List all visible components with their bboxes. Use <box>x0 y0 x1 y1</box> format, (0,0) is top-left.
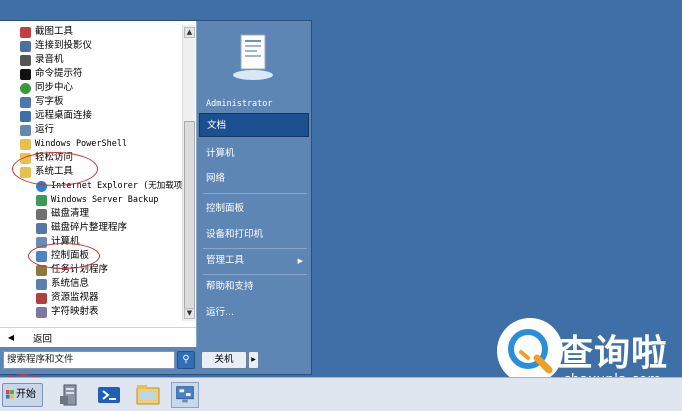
menu-item-computer[interactable]: 计算机 <box>199 142 309 166</box>
program-item-run[interactable]: 运行 <box>0 123 182 137</box>
program-item-task-scheduler[interactable]: 任务计划程序 <box>0 263 182 277</box>
user-document-icon <box>233 34 273 80</box>
scissors-icon <box>20 26 31 38</box>
control-panel-icon[interactable] <box>171 382 199 408</box>
scroll-up-button[interactable]: ▲ <box>184 27 195 38</box>
watermark-logo-icon <box>497 318 563 384</box>
scroll-down-button[interactable]: ▼ <box>184 308 195 319</box>
program-item-resource-monitor[interactable]: 资源监视器 <box>0 291 182 305</box>
character-map-icon <box>36 306 47 318</box>
program-item-disk-cleanup[interactable]: 磁盘清理 <box>0 207 182 221</box>
program-item-system-info[interactable]: 系统信息 <box>0 277 182 291</box>
program-item-snipping-tool[interactable]: 截图工具 <box>0 25 182 39</box>
explorer-icon[interactable] <box>134 382 162 408</box>
annotation-circle-control-panel <box>28 243 100 269</box>
program-item-command-prompt[interactable]: 命令提示符 <box>0 67 182 81</box>
start-menu: 截图工具 连接到投影仪 录音机 命令提示符 同步中心 写字板 远程桌面连接 运行… <box>0 20 312 375</box>
program-item-character-map[interactable]: 字符映射表 <box>0 305 182 319</box>
programs-pane: 截图工具 连接到投影仪 录音机 命令提示符 同步中心 写字板 远程桌面连接 运行… <box>0 21 197 347</box>
menu-item-run[interactable]: 运行... <box>199 301 309 325</box>
menu-item-network[interactable]: 网络 <box>199 167 309 191</box>
search-row: 搜索程序和文件 ⚲ <box>3 351 196 369</box>
start-button[interactable]: 开始 <box>2 383 43 407</box>
program-list-scrollbar[interactable]: ▲ ▼ <box>182 25 195 321</box>
backup-icon <box>36 194 47 206</box>
server-manager-icon[interactable] <box>56 382 84 408</box>
search-icon[interactable]: ⚲ <box>177 351 195 369</box>
scroll-thumb[interactable] <box>184 121 195 309</box>
wordpad-icon <box>20 96 31 108</box>
submenu-arrow-icon: ▶ <box>297 257 303 265</box>
right-pane: Administrator 文档 计算机 网络 控制面板 设备和打印机 管理工具… <box>197 21 311 376</box>
windows-flag-icon <box>6 390 14 399</box>
menu-item-help[interactable]: 帮助和支持 <box>199 275 309 299</box>
program-item-defrag[interactable]: 磁盘碎片整理程序 <box>0 221 182 235</box>
menu-item-devices-printers[interactable]: 设备和打印机 <box>199 223 309 247</box>
program-item-sync-center[interactable]: 同步中心 <box>0 81 182 95</box>
back-arrow-icon: ◀ <box>7 333 15 342</box>
resource-monitor-icon <box>36 292 47 304</box>
menu-item-control-panel[interactable]: 控制面板 <box>199 197 309 221</box>
microphone-icon <box>20 54 31 66</box>
taskbar: 开始 <box>0 377 682 411</box>
back-button[interactable]: ◀ 返回 <box>0 327 196 347</box>
menu-separator <box>203 193 307 194</box>
remote-desktop-icon <box>20 110 31 122</box>
command-prompt-icon <box>20 68 31 80</box>
folder-icon <box>20 138 31 150</box>
program-item-sound-recorder[interactable]: 录音机 <box>0 53 182 67</box>
defrag-icon <box>36 222 47 234</box>
program-folder-powershell[interactable]: Windows PowerShell <box>0 137 182 151</box>
watermark-title: 查询啦 <box>557 333 669 374</box>
menu-item-admin-tools[interactable]: 管理工具 ▶ <box>199 249 309 273</box>
disk-cleanup-icon <box>36 208 47 220</box>
run-icon <box>20 124 31 136</box>
program-item-remote-desktop[interactable]: 远程桌面连接 <box>0 109 182 123</box>
sync-icon <box>20 82 31 94</box>
program-item-server-backup[interactable]: Windows Server Backup <box>0 193 182 207</box>
annotation-circle-system-tools <box>12 152 98 186</box>
system-info-icon <box>36 278 47 290</box>
shutdown-options-button[interactable]: ▶ <box>248 351 259 369</box>
program-item-projector[interactable]: 连接到投影仪 <box>0 39 182 53</box>
menu-item-documents[interactable]: 文档 <box>199 113 309 137</box>
powershell-icon[interactable] <box>95 382 123 408</box>
search-input[interactable]: 搜索程序和文件 <box>3 351 175 369</box>
shutdown-button[interactable]: 关机 <box>201 351 247 369</box>
projector-icon <box>20 40 31 52</box>
program-item-wordpad[interactable]: 写字板 <box>0 95 182 109</box>
